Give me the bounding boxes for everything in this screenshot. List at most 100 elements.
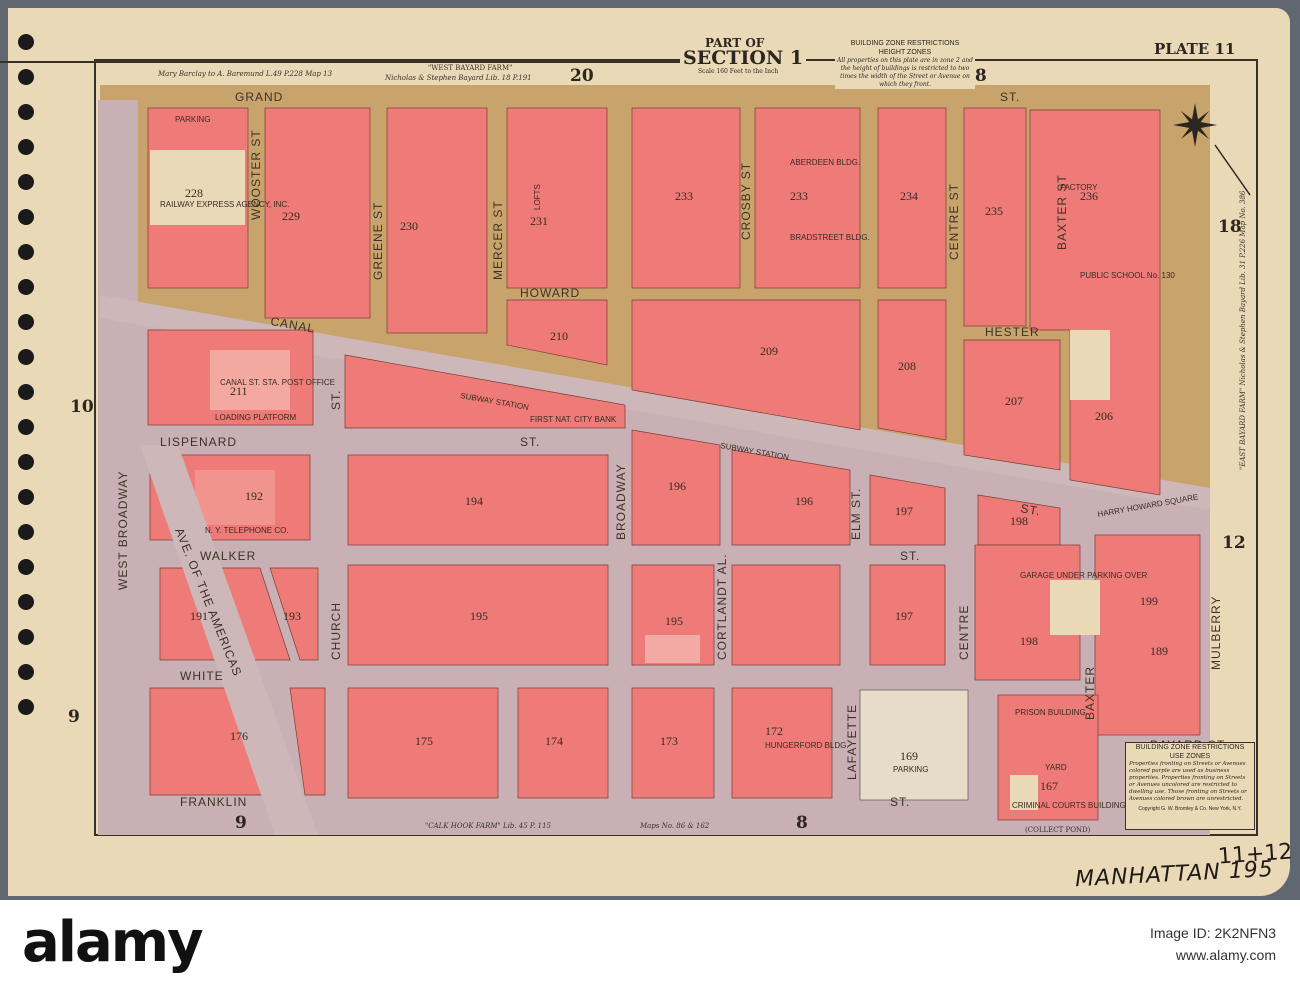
label-ny-telephone: N. Y. TELEPHONE CO. xyxy=(205,526,289,535)
label-public-school: PUBLIC SCHOOL No. 130 xyxy=(1080,271,1175,280)
use-zones-subtitle: USE ZONES xyxy=(1169,753,1211,760)
street-grand-st: ST. xyxy=(1000,90,1020,104)
farm-note-top-left: Mary Barclay to A. Baremund L.49 P.228 M… xyxy=(157,70,333,78)
street-grand: GRAND xyxy=(235,90,283,104)
street-crosby: CROSBY ST xyxy=(739,162,753,240)
block-number: 176 xyxy=(230,729,248,743)
map-shape xyxy=(18,279,34,295)
street-greene: GREENE ST xyxy=(371,202,385,280)
block-number: 192 xyxy=(245,489,263,503)
block-number: 236 xyxy=(1080,189,1098,203)
street-church-st: ST. xyxy=(329,390,343,410)
block-number: 198 xyxy=(1020,634,1038,648)
farm-note-bottom-left: "CALK HOOK FARM" Lib. 45 P. 115 xyxy=(425,822,552,830)
adjacent-plate: 12 xyxy=(1222,533,1246,553)
scale-label: Scale 160 Feet to the Inch xyxy=(698,68,779,75)
site-text: www.alamy.com xyxy=(1175,947,1276,963)
street-mercer: MERCER ST xyxy=(491,200,505,280)
map-shape xyxy=(18,209,34,225)
label-loading-platform: LOADING PLATFORM xyxy=(215,413,297,422)
watermark-bar: alamy Image ID: 2K2NFN3 www.alamy.com xyxy=(0,900,1300,989)
map-shape xyxy=(506,107,608,289)
farm-note-top-mid-title: "WEST BAYARD FARM" xyxy=(428,64,512,72)
map-shape xyxy=(1214,144,1251,196)
block-number: 229 xyxy=(282,209,300,223)
parking-lot-169 xyxy=(859,689,969,801)
block-number: 195 xyxy=(470,609,488,623)
block-number: 210 xyxy=(550,329,568,343)
map-shape xyxy=(18,314,34,330)
street-lispenard-st: ST. xyxy=(520,435,540,449)
height-zones-text: All properties on this plate are in zone… xyxy=(837,57,973,88)
use-zones-text: Properties fronting on Streets or Avenue… xyxy=(1129,761,1247,802)
adjacent-plate: 10 xyxy=(70,397,94,417)
street-white: WHITE xyxy=(180,669,224,683)
west-broadway-street xyxy=(98,100,138,835)
image-id: Image ID: 2K2NFN3 www.alamy.com xyxy=(1150,922,1276,966)
height-zones-title: BUILDING ZONE RESTRICTIONS xyxy=(850,40,960,47)
farm-note-top-mid: Nicholas & Stephen Bayard Lib. 18 P.191 xyxy=(384,74,532,82)
public-school-yard xyxy=(1070,330,1110,400)
map-shape xyxy=(18,69,34,85)
street-walker-st: ST. xyxy=(900,549,920,563)
block-number: 172 xyxy=(765,724,783,738)
label-aberdeen: ABERDEEN BLDG. xyxy=(790,158,860,167)
map-shape xyxy=(18,524,34,540)
section-title: SECTION 1 xyxy=(680,47,807,69)
use-zones-box: BUILDING ZONE RESTRICTIONS USE ZONES Pro… xyxy=(1125,742,1255,830)
block-number: 233 xyxy=(790,189,808,203)
map-shape xyxy=(18,454,34,470)
copyright: Copyright G. W. Bromley & Co. New York, … xyxy=(1138,806,1242,812)
street-church: CHURCH xyxy=(329,602,343,660)
street-walker: WALKER xyxy=(200,549,256,563)
block-number: 196 xyxy=(668,479,686,493)
block-number: 196 xyxy=(795,494,813,508)
block-number: 211 xyxy=(230,384,248,398)
label-hungerford: HUNGERFORD BLDG. xyxy=(765,741,849,750)
adjacent-plate: 20 xyxy=(570,66,594,86)
street-elm: ELM ST. xyxy=(849,488,863,540)
map-shape xyxy=(18,34,34,50)
atlas-page: GRAND ST. CANAL ST. HOWARD HESTER LISPEN… xyxy=(0,0,1300,989)
farm-note-bottom-right: (COLLECT POND) xyxy=(1025,826,1091,834)
map-shape xyxy=(18,139,34,155)
height-zones-subtitle: HEIGHT ZONES xyxy=(878,49,932,56)
block-number: 207 xyxy=(1005,394,1023,408)
map-shape xyxy=(517,687,609,799)
map-shape xyxy=(18,419,34,435)
label-prison: PRISON BUILDING xyxy=(1015,708,1086,717)
label-bradstreet: BRADSTREET BLDG. xyxy=(790,233,870,242)
block-number: 173 xyxy=(660,734,678,748)
adjacent-plate: 9 xyxy=(235,813,247,833)
use-zones-title: BUILDING ZONE RESTRICTIONS xyxy=(1135,744,1245,751)
map-shape xyxy=(18,559,34,575)
street-lispenard: LISPENARD xyxy=(160,435,237,449)
label-garage: GARAGE UNDER PARKING OVER xyxy=(1020,571,1148,580)
block-number: 234 xyxy=(900,189,918,203)
street-centre: CENTRE xyxy=(957,605,971,660)
farm-note-right: "EAST BAYARD FARM" Nicholas & Stephen Ba… xyxy=(1239,190,1247,470)
block-number: 169 xyxy=(900,749,918,763)
block-number: 209 xyxy=(760,344,778,358)
adjacent-plate: 8 xyxy=(796,813,808,833)
block-number: 206 xyxy=(1095,409,1113,423)
street-hester: HESTER xyxy=(985,325,1040,339)
block-number: 175 xyxy=(415,734,433,748)
block-number: 235 xyxy=(985,204,1003,218)
block-number: 231 xyxy=(530,214,548,228)
block-number: 193 xyxy=(283,609,301,623)
map-shape xyxy=(18,629,34,645)
map-shape xyxy=(18,244,34,260)
street-mulberry: MULBERRY xyxy=(1209,596,1223,670)
image-id-text: Image ID: 2K2NFN3 xyxy=(1149,925,1276,941)
street-franklin-st: ST. xyxy=(890,795,910,809)
block-number: 208 xyxy=(898,359,916,373)
plate-title: PLATE 11 xyxy=(1150,40,1240,58)
adjacent-plate: 9 xyxy=(68,707,80,727)
map-shape xyxy=(18,384,34,400)
map-shape xyxy=(18,699,34,715)
street-franklin: FRANKLIN xyxy=(180,795,247,809)
block-number: 194 xyxy=(465,494,483,508)
street-centre-upper: CENTRE ST xyxy=(947,183,961,260)
block-number: 197 xyxy=(895,504,913,518)
